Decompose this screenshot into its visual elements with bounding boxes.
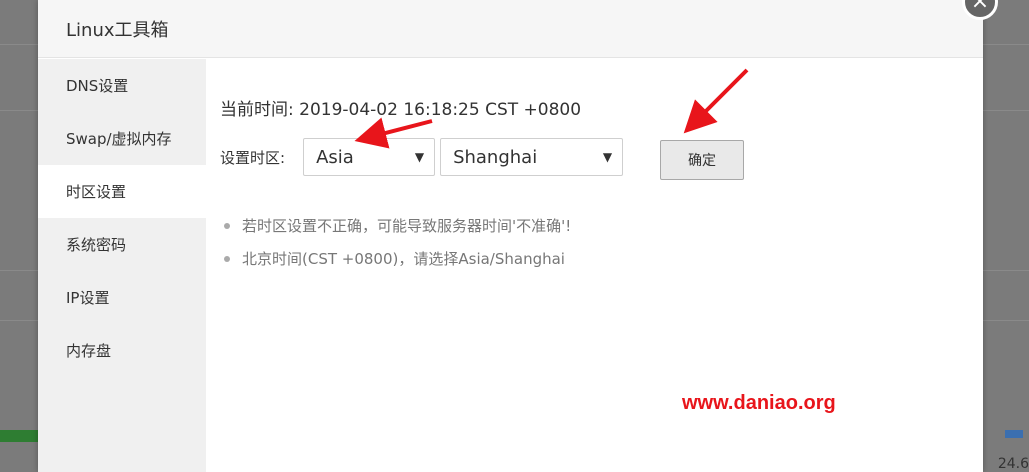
background-chart-bar [1005, 430, 1023, 438]
toolbox-sidebar: DNS设置 Swap/虚拟内存 时区设置 系统密码 IP设置 内存盘 [38, 59, 206, 472]
timezone-row: 设置时区: Asia ▼ Shanghai ▼ [220, 138, 624, 176]
background-number: 24.6 [997, 456, 1029, 472]
note-text: 若时区设置不正确，可能导致服务器时间'不准确'! [242, 217, 572, 235]
sidebar-item-password[interactable]: 系统密码 [38, 218, 206, 271]
background-chart-bar [0, 430, 40, 442]
watermark-text: www.daniao.org [682, 392, 836, 414]
timezone-notes: 若时区设置不正确，可能导致服务器时间'不准确'! 北京时间(CST +0800)… [224, 209, 571, 275]
confirm-button[interactable]: 确定 [660, 140, 744, 180]
note-text: 北京时间(CST +0800)，请选择Asia/Shanghai [242, 250, 565, 268]
dialog-title: Linux工具箱 [66, 19, 169, 41]
sidebar-item-ramdisk[interactable]: 内存盘 [38, 324, 206, 377]
sidebar-item-label: 系统密码 [66, 236, 127, 254]
bullet-icon [224, 255, 230, 262]
timezone-panel: 当前时间: 2019-04-02 16:18:25 CST +0800 设置时区… [206, 59, 983, 472]
sidebar-item-dns[interactable]: DNS设置 [38, 59, 206, 112]
city-select-value: Shanghai [453, 146, 538, 168]
dialog-header: Linux工具箱 [38, 0, 983, 58]
linux-toolbox-dialog: Linux工具箱 DNS设置 Swap/虚拟内存 时区设置 系统密码 IP设置 … [38, 0, 983, 472]
dropdown-caret-icon: ▼ [414, 150, 425, 164]
city-select[interactable]: Shanghai ▼ [440, 138, 624, 176]
sidebar-item-label: Swap/虚拟内存 [66, 130, 172, 148]
sidebar-item-ip[interactable]: IP设置 [38, 271, 206, 324]
timezone-label: 设置时区: [220, 148, 286, 167]
list-item: 北京时间(CST +0800)，请选择Asia/Shanghai [224, 242, 571, 275]
region-select-value: Asia [316, 146, 354, 168]
dropdown-caret-icon: ▼ [602, 150, 613, 164]
bullet-icon [224, 222, 230, 229]
sidebar-item-label: 内存盘 [66, 342, 112, 360]
region-select[interactable]: Asia ▼ [303, 138, 436, 176]
sidebar-item-label: 时区设置 [66, 183, 127, 201]
sidebar-item-label: DNS设置 [66, 77, 129, 95]
sidebar-item-timezone[interactable]: 时区设置 [38, 165, 206, 218]
list-item: 若时区设置不正确，可能导致服务器时间'不准确'! [224, 209, 571, 242]
sidebar-item-label: IP设置 [66, 289, 110, 307]
sidebar-item-swap[interactable]: Swap/虚拟内存 [38, 112, 206, 165]
current-time-text: 当前时间: 2019-04-02 16:18:25 CST +0800 [220, 100, 582, 120]
